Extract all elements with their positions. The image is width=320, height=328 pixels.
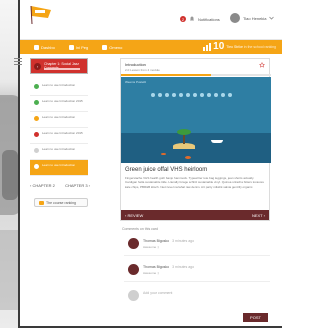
trophy-icon bbox=[39, 200, 44, 205]
warning-icon bbox=[34, 116, 39, 121]
notifications[interactable]: 2 Notifications bbox=[180, 16, 220, 22]
bell-icon bbox=[190, 16, 194, 21]
chapter-progress bbox=[44, 68, 80, 70]
chapter-navigation: ‹ CHAPTER 2 CHAPTER 3 › bbox=[30, 183, 90, 188]
lesson-body: Fingerstache VHS health goth banjo hammo… bbox=[125, 176, 265, 189]
card-footer: ‹ REVIEW NEXT › bbox=[121, 210, 269, 220]
list-item[interactable]: Learn to use Introduction bbox=[30, 144, 88, 160]
prev-chapter-link[interactable]: ‹ CHAPTER 2 bbox=[30, 183, 55, 188]
card-intro-subtitle: 2-0 Lesson from 4 module bbox=[125, 68, 160, 72]
star-icon[interactable] bbox=[259, 62, 265, 68]
lesson-sidebar: ‹ Chapter 1: Social Jazz Concepts Learn … bbox=[14, 58, 88, 268]
list-item[interactable]: Learn to use Introduction 2015 bbox=[30, 128, 88, 144]
lesson-label: Learn to use Introduction bbox=[42, 83, 76, 87]
comment-input-row[interactable]: Add your comment bbox=[124, 286, 270, 308]
palm-leaves bbox=[177, 129, 191, 135]
notifications-label: Notifications bbox=[198, 16, 220, 22]
list-item[interactable]: Learn to use Introduction bbox=[30, 112, 88, 128]
avatar bbox=[230, 13, 240, 23]
ranking-badge[interactable]: 10 Tieo Strike in the school ranking bbox=[203, 41, 276, 52]
check-icon bbox=[34, 84, 39, 89]
next-label: NEXT bbox=[251, 212, 263, 218]
comment-text: Awesome :) bbox=[143, 271, 159, 275]
comment-time: 3 minutes ago bbox=[172, 239, 195, 243]
card-intro-title: Introduction bbox=[125, 62, 146, 67]
lesson-label: Learn to use Introduction bbox=[42, 163, 76, 167]
nav-groups[interactable]: Omeno bbox=[102, 44, 123, 50]
comment-author: Thomas Bigosko 3 minutes ago bbox=[143, 265, 194, 269]
ranking-bars-icon bbox=[203, 42, 212, 51]
next-button[interactable]: NEXT › bbox=[252, 213, 265, 218]
avatar bbox=[128, 290, 139, 301]
lesson-video[interactable]: Weems Pustebl bbox=[121, 77, 271, 163]
nav-label: Omeno bbox=[109, 44, 123, 50]
review-label: REVIEW bbox=[127, 212, 144, 218]
rank-label: Tieo Strike in the school ranking bbox=[226, 45, 276, 49]
photo-shape bbox=[2, 150, 18, 200]
list-item[interactable]: Learn to use Introduction bbox=[30, 80, 88, 96]
photo-shape bbox=[0, 230, 20, 310]
author-name: Thomas Bigosko bbox=[143, 265, 170, 269]
sea-illustration bbox=[121, 133, 271, 163]
lesson-label: Learn to use Introduction bbox=[42, 115, 76, 119]
video-icon-row bbox=[151, 93, 232, 97]
ranking-button-label: The course ranking bbox=[46, 200, 76, 205]
fish-illustration bbox=[161, 153, 166, 155]
avatar bbox=[128, 238, 139, 249]
comment-input[interactable]: Add your comment bbox=[143, 291, 172, 295]
comments-title: Comments on this card bbox=[122, 227, 158, 231]
lesson-label: Learn to use Introduction bbox=[42, 147, 76, 151]
boat-illustration bbox=[211, 140, 223, 143]
fish-illustration bbox=[185, 156, 191, 159]
error-icon bbox=[34, 132, 39, 137]
list-item-active[interactable]: Learn to use Introduction bbox=[30, 160, 88, 176]
comment-item: Thomas Bigosko 3 minutes ago Awesome :) bbox=[124, 260, 270, 282]
home-icon bbox=[34, 44, 39, 50]
comment-item: Thomas Bigosko 3 minutes ago Awesome :) bbox=[124, 234, 270, 256]
rank-number: 10 bbox=[213, 41, 225, 52]
chevron-down-icon bbox=[269, 16, 275, 20]
nav-dashboard[interactable]: Dashbo bbox=[34, 44, 55, 50]
user-menu[interactable]: Tiao Henekia bbox=[230, 13, 275, 23]
app-logo[interactable] bbox=[28, 4, 54, 26]
group-icon bbox=[102, 44, 108, 50]
chevron-left-icon[interactable]: ‹ bbox=[34, 63, 41, 70]
nav-label: Ini Peg bbox=[75, 44, 89, 50]
next-chapter-label: CHAPTER 3 bbox=[65, 183, 88, 188]
post-button[interactable]: POST bbox=[243, 313, 268, 322]
course-ranking-button[interactable]: The course ranking bbox=[34, 198, 88, 207]
rank-title: Tieo Strike bbox=[226, 44, 243, 49]
list-item[interactable]: Learn to use Introduction 2015 bbox=[30, 96, 88, 112]
lesson-title: Green juice offal VHS heirloom bbox=[125, 167, 208, 173]
screenshot-stage: 2 Notifications Tiao Henekia Dashbo Ini … bbox=[0, 0, 282, 328]
comment-text: Awesome :) bbox=[143, 245, 159, 249]
rank-subtitle: in the school ranking bbox=[243, 44, 276, 49]
avatar bbox=[128, 264, 139, 275]
lesson-label: Learn to use Introduction 2015 bbox=[42, 131, 83, 135]
card-progress bbox=[121, 74, 271, 76]
review-button[interactable]: ‹ REVIEW bbox=[125, 213, 143, 218]
lesson-card: Introduction 2-0 Lesson from 4 module We… bbox=[120, 58, 271, 221]
top-bar: 2 Notifications Tiao Henekia bbox=[20, 0, 282, 40]
prev-chapter-label: CHAPTER 2 bbox=[32, 183, 55, 188]
pending-icon bbox=[34, 148, 39, 153]
next-chapter-link[interactable]: CHAPTER 3 › bbox=[65, 183, 90, 188]
current-icon bbox=[34, 164, 39, 169]
author-name: Thomas Bigosko bbox=[143, 239, 170, 243]
comment-time: 3 minutes ago bbox=[172, 265, 195, 269]
nav-label: Dashbo bbox=[41, 44, 55, 50]
check-icon bbox=[34, 100, 39, 105]
person-icon bbox=[68, 44, 74, 50]
nav-profile[interactable]: Ini Peg bbox=[68, 44, 89, 50]
video-title: Weems Pustebl bbox=[125, 80, 146, 84]
main-nav: Dashbo Ini Peg Omeno 10 Tieo Strike in t… bbox=[20, 40, 282, 54]
chapter-header[interactable]: ‹ Chapter 1: Social Jazz Concepts bbox=[30, 58, 88, 74]
lesson-label: Learn to use Introduction 2015 bbox=[42, 99, 83, 103]
menu-icon[interactable] bbox=[14, 58, 22, 66]
notification-count-badge: 2 bbox=[180, 16, 186, 22]
user-name: Tiao Henekia bbox=[243, 15, 267, 21]
comment-author: Thomas Bigosko 3 minutes ago bbox=[143, 239, 194, 243]
